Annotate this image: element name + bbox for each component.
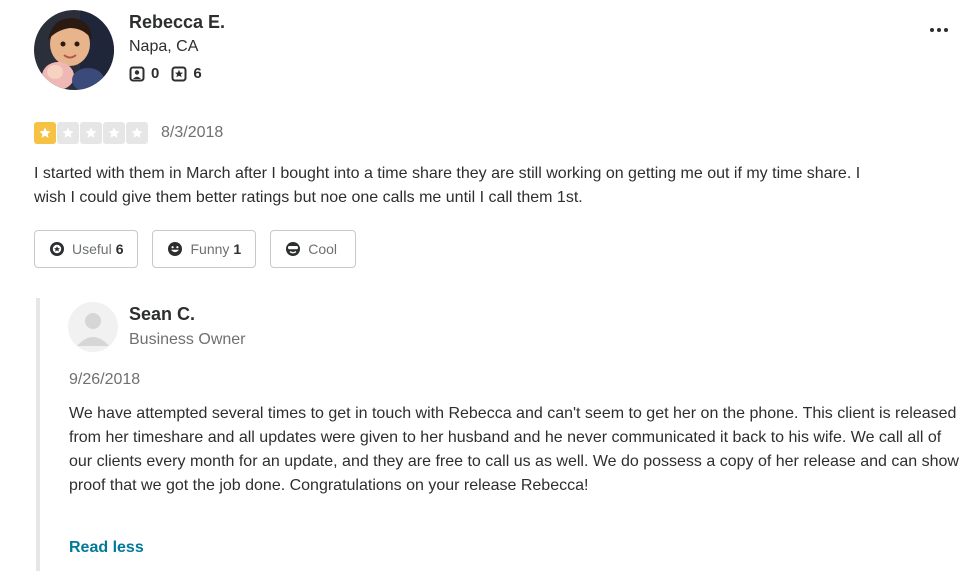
default-avatar-icon bbox=[68, 302, 118, 352]
cool-button[interactable]: Cool bbox=[270, 230, 356, 268]
more-options-button[interactable] bbox=[922, 18, 956, 42]
more-options-icon bbox=[930, 28, 948, 32]
useful-count: 6 bbox=[115, 241, 124, 257]
friends-stat: 0 bbox=[129, 65, 159, 82]
friends-icon bbox=[129, 66, 145, 82]
cool-icon bbox=[285, 241, 301, 257]
reviewer-location: Napa, CA bbox=[129, 38, 199, 55]
reply-divider bbox=[36, 298, 40, 571]
funny-icon bbox=[167, 241, 183, 257]
useful-icon bbox=[49, 241, 65, 257]
funny-button[interactable]: Funny 1 bbox=[152, 230, 257, 268]
reviews-stat: 6 bbox=[171, 65, 202, 82]
cool-label: Cool bbox=[308, 241, 337, 257]
owner-name[interactable]: Sean C. bbox=[129, 304, 195, 325]
reply-date: 9/26/2018 bbox=[69, 371, 141, 388]
review-text: I started with them in March after I bou… bbox=[34, 165, 861, 206]
reviews-count: 6 bbox=[193, 65, 202, 82]
reviewer-stats: 0 6 bbox=[129, 65, 214, 82]
read-less-link[interactable]: Read less bbox=[69, 539, 144, 557]
owner-avatar[interactable] bbox=[68, 302, 118, 352]
useful-label: Useful bbox=[72, 241, 112, 257]
star-2 bbox=[57, 122, 79, 144]
reviewer-photo bbox=[34, 10, 114, 90]
friends-count: 0 bbox=[151, 65, 160, 82]
owner-role: Business Owner bbox=[129, 331, 246, 348]
review-date: 8/3/2018 bbox=[161, 124, 224, 141]
star-4 bbox=[103, 122, 125, 144]
star-1 bbox=[34, 122, 56, 144]
funny-count: 1 bbox=[233, 241, 242, 257]
useful-button[interactable]: Useful 6 bbox=[34, 230, 139, 268]
reply-text: We have attempted several times to get i… bbox=[69, 405, 959, 494]
reviewer-avatar[interactable] bbox=[34, 10, 114, 90]
funny-label: Funny bbox=[190, 241, 230, 257]
reviewer-name[interactable]: Rebecca E. bbox=[129, 12, 225, 33]
star-3 bbox=[80, 122, 102, 144]
rating-row: 8/3/2018 bbox=[34, 122, 223, 144]
star-rating bbox=[34, 122, 149, 144]
reaction-buttons: Useful 6 Funny 1 Cool bbox=[34, 230, 370, 268]
star-5 bbox=[126, 122, 148, 144]
review-star-icon bbox=[171, 66, 187, 82]
